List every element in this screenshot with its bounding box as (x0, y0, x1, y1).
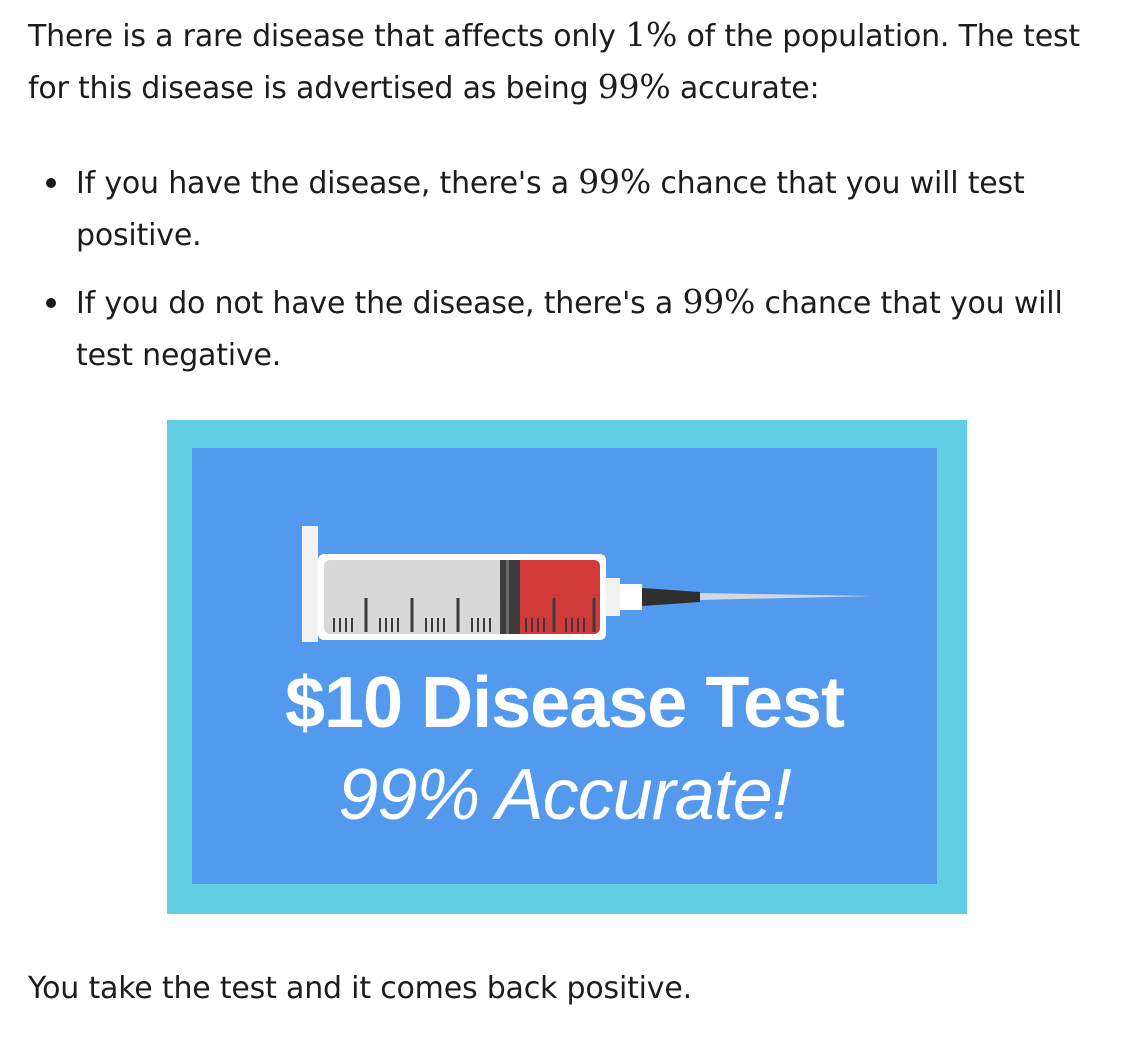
accuracy-list: If you have the disease, there's a 99% c… (28, 156, 1118, 396)
bullet-text-before: If you do not have the disease, there's … (76, 286, 683, 321)
bullet-icon (46, 298, 56, 308)
syringe-icon (302, 526, 874, 642)
syringe-nozzle (606, 578, 620, 616)
syringe-flange (302, 526, 318, 642)
math-percent-99: 99% (597, 67, 671, 106)
bullet-text-before: If you have the disease, there's a (76, 166, 579, 201)
intro-text-3: accurate: (670, 71, 820, 106)
syringe-hub (620, 584, 642, 610)
intro-text-1: There is a rare disease that affects onl… (28, 19, 626, 54)
intro-paragraph: There is a rare disease that affects onl… (28, 10, 1118, 114)
bullet-icon (46, 178, 56, 188)
ad-subtitle: 99% Accurate! (338, 755, 792, 835)
outro-paragraph: You take the test and it comes back posi… (28, 971, 692, 1006)
advertisement-panel: $10 Disease Test 99% Accurate! (192, 448, 937, 884)
needle (700, 593, 874, 600)
math-percent-1: 1% (625, 15, 678, 54)
list-item: If you have the disease, there's a 99% c… (28, 156, 1118, 262)
ad-title: $10 Disease Test (284, 663, 845, 743)
bullet-math: 99% (682, 282, 756, 321)
stopper-highlight (506, 560, 509, 634)
advertisement-image: $10 Disease Test 99% Accurate! (167, 420, 967, 914)
needle-hub (642, 588, 700, 606)
list-item: If you do not have the disease, there's … (28, 276, 1118, 382)
bullet-math: 99% (578, 162, 651, 201)
